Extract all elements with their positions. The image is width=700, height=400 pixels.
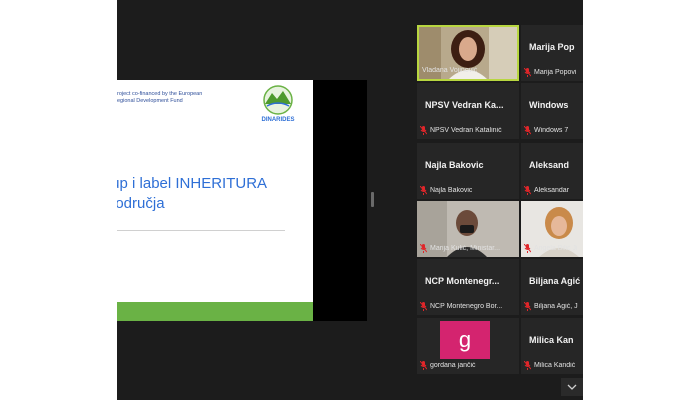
participant-tile[interactable]: Windows Windows 7 — [521, 83, 583, 139]
mic-muted-icon — [524, 68, 531, 77]
gallery-next-button[interactable] — [561, 378, 583, 396]
participant-caption: Windows 7 — [524, 125, 583, 136]
participant-caption: Biljana Agić, J — [524, 301, 583, 312]
participant-tile[interactable]: NCP Montenegr... NCP Montenegro Bor... — [417, 259, 519, 315]
shared-screen[interactable]: roject co-financed by the European egion… — [117, 80, 367, 321]
screen-letterbox — [313, 80, 367, 321]
mic-muted-icon — [420, 126, 427, 135]
participant-name: NPSV Vedran Ka... — [425, 100, 504, 110]
participant-tile[interactable]: g gordana jančić — [417, 318, 519, 374]
mic-muted-icon — [420, 244, 427, 253]
participant-name: Aleksand — [529, 160, 570, 170]
participant-name: Marija Pop — [529, 42, 575, 52]
participant-tile[interactable]: Angela Bilić Ji — [521, 201, 583, 257]
participant-name: Najla Bakovic — [425, 160, 484, 170]
participant-caption: Angela Bilić Ji — [524, 243, 583, 254]
participant-tile[interactable]: Biljana Agić Biljana Agić, J — [521, 259, 583, 315]
avatar: g — [440, 321, 490, 359]
meeting-window: roject co-financed by the European egion… — [117, 0, 583, 400]
participant-tile[interactable]: NPSV Vedran Ka... NPSV Vedran Katalinić — [417, 83, 519, 139]
participant-caption: NPSV Vedran Katalinić — [420, 125, 519, 136]
mic-muted-icon — [524, 126, 531, 135]
slide-divider — [117, 230, 285, 231]
participant-caption: NCP Montenegro Bor... — [420, 301, 519, 312]
mic-muted-icon — [524, 361, 531, 370]
participant-caption: gordana jančić — [420, 360, 519, 371]
participant-caption: Marija Kulić, Ministar... — [420, 243, 519, 254]
mic-muted-icon — [524, 302, 531, 311]
participant-name: Milica Kan — [529, 335, 574, 345]
mic-muted-icon — [420, 186, 427, 195]
participant-tile[interactable]: Marija Pop Marija Popovi — [521, 25, 583, 81]
mic-muted-icon — [524, 244, 531, 253]
split-resize-handle[interactable] — [371, 192, 374, 207]
dinarides-logo: DINARIDES — [257, 84, 299, 124]
participant-caption: Vladana Vojinović — [422, 67, 478, 74]
slide-footer-bar — [117, 302, 313, 321]
participant-caption: Marija Popovi — [524, 67, 583, 78]
chevron-down-icon — [567, 384, 577, 390]
participant-tile[interactable]: Najla Bakovic Najla Bakovic — [417, 143, 519, 199]
participant-tile[interactable]: Aleksand Aleksandar — [521, 143, 583, 199]
participant-name: NCP Montenegr... — [425, 276, 500, 286]
participant-gallery: Vladana Vojinović Marija Pop Marija Popo… — [417, 23, 583, 400]
participant-caption: Najla Bakovic — [420, 185, 519, 196]
participant-tile[interactable]: Vladana Vojinović — [417, 25, 519, 81]
mic-muted-icon — [420, 361, 427, 370]
participant-tile[interactable]: Marija Kulić, Ministar... — [417, 201, 519, 257]
participant-caption: Milica Kandić — [524, 360, 583, 371]
participant-name: Windows — [529, 100, 569, 110]
slide-funding-text: roject co-financed by the European egion… — [117, 91, 203, 104]
participant-caption: Aleksandar — [524, 185, 583, 196]
participant-name: Biljana Agić — [529, 276, 581, 286]
mic-muted-icon — [420, 302, 427, 311]
participant-tile[interactable]: Milica Kan Milica Kandić — [521, 318, 583, 374]
svg-text:DINARIDES: DINARIDES — [261, 117, 294, 123]
mic-muted-icon — [524, 186, 531, 195]
